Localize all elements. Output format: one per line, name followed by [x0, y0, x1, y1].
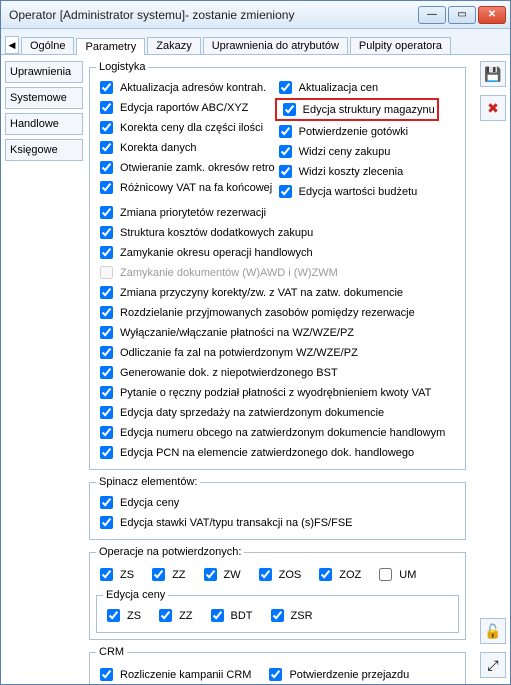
- tab-zakazy[interactable]: Zakazy: [147, 37, 200, 54]
- tab-parametry[interactable]: Parametry: [76, 38, 145, 55]
- cb-roznicowy-vat[interactable]: Różnicowy VAT na fa końcowej: [96, 178, 275, 197]
- cb-op-zw[interactable]: ZW: [200, 565, 241, 584]
- save-icon: 💾: [484, 66, 501, 83]
- cb-rozliczenie-kampanii[interactable]: Rozliczenie kampanii CRM: [96, 665, 251, 684]
- expand-icon: ⤢: [487, 657, 498, 674]
- legend-crm: CRM: [96, 646, 127, 658]
- titlebar: Operator [Administrator systemu]- zostan…: [1, 1, 510, 29]
- tab-ogolne[interactable]: Ogólne: [21, 37, 74, 54]
- sidebar-handlowe[interactable]: Handlowe: [5, 113, 83, 135]
- cb-edycja-stawki-vat[interactable]: Edycja stawki VAT/typu transakcji na (s)…: [96, 513, 459, 532]
- cb-widzi-ceny-zakupu[interactable]: Widzi ceny zakupu: [275, 142, 439, 161]
- cb-potwierdzenie-gotowki[interactable]: Potwierdzenie gotówki: [275, 122, 439, 141]
- right-toolbar: 💾 ✖ 🔓 ⤢: [476, 55, 510, 684]
- delete-button[interactable]: ✖: [480, 95, 506, 121]
- cb-edycja-pcn[interactable]: Edycja PCN na elemencie zatwierdzonego d…: [96, 443, 459, 462]
- cb-generowanie-bst[interactable]: Generowanie dok. z niepotwierdzonego BST: [96, 363, 459, 382]
- cb-pytanie-reczny-podzial[interactable]: Pytanie o ręczny podział płatności z wyo…: [96, 383, 459, 402]
- cb-akt-cen[interactable]: Aktualizacja cen: [275, 78, 439, 97]
- sidebar-ksiegowe[interactable]: Księgowe: [5, 139, 83, 161]
- cb-widzi-koszty-zlecenia[interactable]: Widzi koszty zlecenia: [275, 162, 439, 181]
- group-edycja-ceny: Edycja ceny ZS ZZ BDT ZSR: [96, 589, 459, 633]
- cb-edycja-raportow[interactable]: Edycja raportów ABC/XYZ: [96, 98, 275, 117]
- sidebar-uprawnienia[interactable]: Uprawnienia: [5, 61, 83, 83]
- delete-icon: ✖: [487, 100, 499, 117]
- cb-op-zz[interactable]: ZZ: [148, 565, 185, 584]
- cb-potwierdzenie-przejazdu[interactable]: Potwierdzenie przejazdu: [265, 665, 409, 684]
- group-operacje: Operacje na potwierdzonych: ZS ZZ ZW ZOS…: [89, 546, 466, 640]
- cb-otwieranie-zamk[interactable]: Otwieranie zamk. okresów retro: [96, 158, 275, 177]
- expand-button[interactable]: ⤢: [480, 652, 506, 678]
- sidebar: Uprawnienia Systemowe Handlowe Księgowe: [1, 55, 87, 684]
- cb-struktura-kosztow[interactable]: Struktura kosztów dodatkowych zakupu: [96, 223, 459, 242]
- minimize-button[interactable]: —: [418, 6, 446, 24]
- legend-logistyka: Logistyka: [96, 61, 148, 73]
- cb-edycja-numeru-obcego[interactable]: Edycja numeru obcego na zatwierdzonym do…: [96, 423, 459, 442]
- cb-korekta-ceny[interactable]: Korekta ceny dla części ilości: [96, 118, 275, 137]
- cb-ec-zz[interactable]: ZZ: [155, 606, 192, 625]
- sidebar-systemowe[interactable]: Systemowe: [5, 87, 83, 109]
- cb-zmiana-priorytetow[interactable]: Zmiana priorytetów rezerwacji: [96, 203, 459, 222]
- cb-akt-adresow[interactable]: Aktualizacja adresów kontrah.: [96, 78, 275, 97]
- lock-icon: 🔓: [484, 623, 501, 640]
- cb-ec-bdt[interactable]: BDT: [207, 606, 253, 625]
- lock-button[interactable]: 🔓: [480, 618, 506, 644]
- cb-op-um[interactable]: UM: [375, 565, 416, 584]
- cb-edycja-struktury-magazynu[interactable]: Edycja struktury magazynu: [275, 98, 439, 121]
- cb-op-zs[interactable]: ZS: [96, 565, 134, 584]
- cb-edycja-ceny-spinacz[interactable]: Edycja ceny: [96, 493, 459, 512]
- group-logistyka: Logistyka Aktualizacja adresów kontrah. …: [89, 61, 466, 470]
- legend-operacje: Operacje na potwierdzonych:: [96, 546, 244, 558]
- group-spinacz: Spinacz elementów: Edycja ceny Edycja st…: [89, 476, 466, 540]
- group-crm: CRM Rozliczenie kampanii CRM Potwierdzen…: [89, 646, 466, 684]
- cb-edycja-daty-sprzedazy[interactable]: Edycja daty sprzedaży na zatwierdzonym d…: [96, 403, 459, 422]
- cb-ec-zs[interactable]: ZS: [103, 606, 141, 625]
- save-button[interactable]: 💾: [480, 61, 506, 87]
- cb-korekta-danych[interactable]: Korekta danych: [96, 138, 275, 157]
- cb-wylaczanie-platnosci[interactable]: Wyłączanie/włączanie płatności na WZ/WZE…: [96, 323, 459, 342]
- cb-ec-zsr[interactable]: ZSR: [267, 606, 313, 625]
- cb-op-zos[interactable]: ZOS: [255, 565, 302, 584]
- legend-spinacz: Spinacz elementów:: [96, 476, 200, 488]
- tab-uprawnienia-atrybutow[interactable]: Uprawnienia do atrybutów: [203, 37, 348, 54]
- cb-op-zoz[interactable]: ZOZ: [315, 565, 361, 584]
- cb-zmiana-przyczyny[interactable]: Zmiana przyczyny korekty/zw. z VAT na za…: [96, 283, 459, 302]
- cb-zamykanie-dokumentow: Zamykanie dokumentów (W)AWD i (W)ZWM: [96, 263, 459, 282]
- tab-pulpity[interactable]: Pulpity operatora: [350, 37, 451, 54]
- window-title: Operator [Administrator systemu]- zostan…: [5, 8, 416, 22]
- main-panel: Logistyka Aktualizacja adresów kontrah. …: [87, 55, 476, 684]
- cb-rozdzielanie[interactable]: Rozdzielanie przyjmowanych zasobów pomię…: [96, 303, 459, 322]
- tab-scroll-left[interactable]: ◀: [5, 36, 19, 54]
- cb-zamykanie-okresu[interactable]: Zamykanie okresu operacji handlowych: [96, 243, 459, 262]
- cb-edycja-wartosci-budzetu[interactable]: Edycja wartości budżetu: [275, 182, 439, 201]
- close-button[interactable]: ✕: [478, 6, 506, 24]
- legend-edycja-ceny: Edycja ceny: [103, 589, 168, 601]
- maximize-button[interactable]: ▭: [448, 6, 476, 24]
- cb-odliczanie-fazal[interactable]: Odliczanie fa zal na potwierdzonym WZ/WZ…: [96, 343, 459, 362]
- tabstrip: ◀ Ogólne Parametry Zakazy Uprawnienia do…: [1, 29, 510, 55]
